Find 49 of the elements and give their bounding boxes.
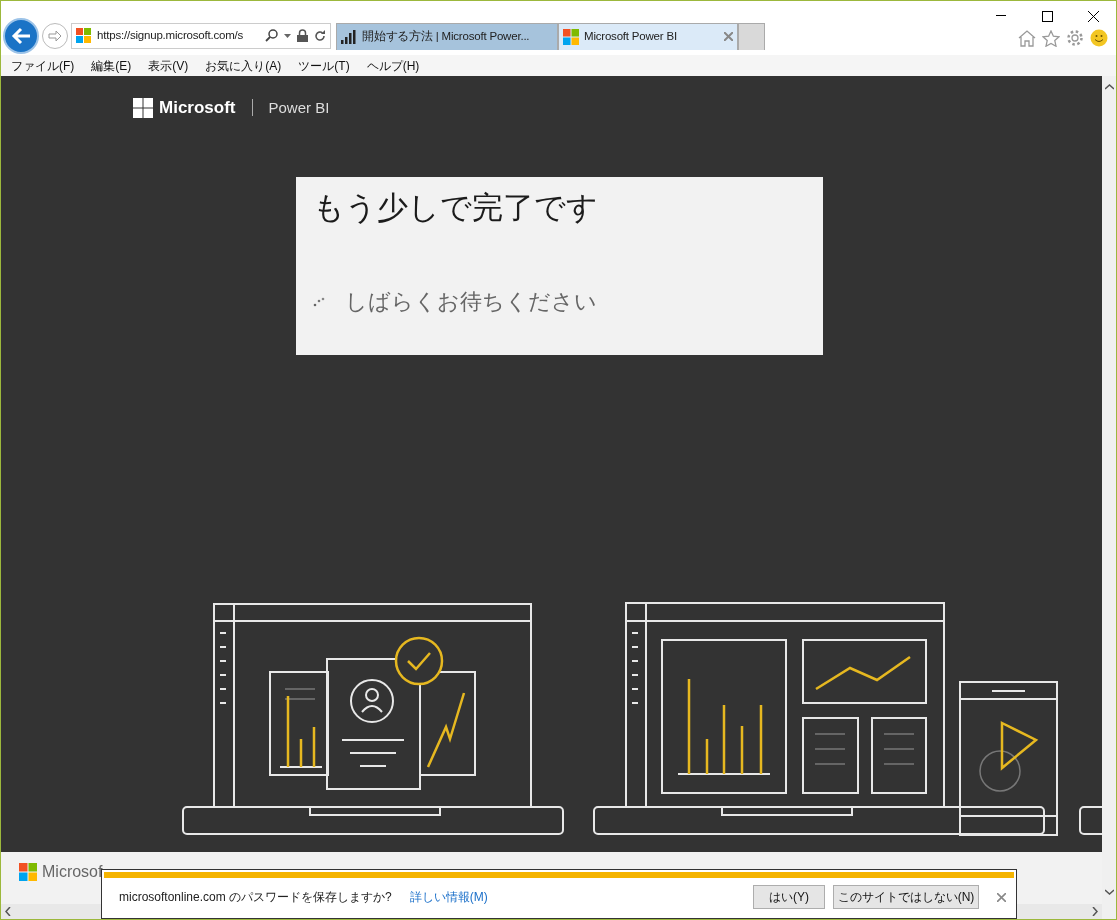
- close-icon: [1087, 10, 1099, 22]
- menu-item[interactable]: ファイル(F): [11, 56, 75, 75]
- microsoft-logo-icon: [133, 97, 153, 118]
- scroll-down-icon[interactable]: [1104, 889, 1114, 895]
- minimize-icon: [996, 15, 1006, 17]
- menu-item[interactable]: 表示(V): [148, 56, 189, 75]
- url-text: https://signup.microsoft.com/s: [97, 27, 245, 43]
- vertical-scrollbar[interactable]: [1102, 76, 1116, 919]
- smiley-icon[interactable]: [1090, 29, 1108, 47]
- notification-button[interactable]: はい(Y): [753, 885, 825, 909]
- menu-item[interactable]: 編集(E): [91, 56, 132, 75]
- maximize-icon: [1041, 10, 1053, 22]
- scroll-up-icon[interactable]: [1104, 84, 1114, 90]
- brand-name: Microsoft: [159, 97, 236, 119]
- forward-arrow-icon: [48, 30, 62, 42]
- waiting-message: しばらくお待ちください: [345, 288, 597, 317]
- browser-tab[interactable]: 開始する方法 | Microsoft Power...: [336, 22, 558, 50]
- close-tab-icon[interactable]: [724, 32, 733, 41]
- back-arrow-icon: [11, 27, 31, 45]
- tab-title: Microsoft Power BI: [584, 28, 678, 44]
- address-bar[interactable]: https://signup.microsoft.com/s: [71, 22, 331, 49]
- dropdown-caret-icon[interactable]: [284, 33, 291, 38]
- more-info-link[interactable]: 詳しい情報(M): [409, 888, 488, 906]
- browser-tab[interactable]: Microsoft Power BI: [558, 22, 738, 50]
- menu-item[interactable]: ツール(T): [298, 56, 350, 75]
- close-icon[interactable]: [997, 892, 1006, 902]
- bar-chart-icon: [341, 29, 357, 44]
- windows-logo-icon: [563, 28, 579, 45]
- card-title: もう少しで完了です: [313, 188, 599, 227]
- header-divider: [251, 99, 253, 117]
- back-button[interactable]: [3, 18, 39, 54]
- product-name: Power BI: [268, 97, 330, 118]
- scroll-right-icon[interactable]: [1092, 907, 1098, 916]
- refresh-icon[interactable]: [314, 29, 326, 42]
- settings-icon[interactable]: [1066, 29, 1084, 47]
- menu-item[interactable]: ヘルプ(H): [366, 56, 420, 75]
- star-icon[interactable]: [1042, 29, 1060, 47]
- home-icon[interactable]: [1018, 29, 1036, 47]
- loading-spinner-icon: [313, 296, 325, 307]
- notification-button[interactable]: このサイトではしない(N): [833, 885, 979, 909]
- microsoft-logo-icon: [19, 863, 37, 881]
- footer-brand: Microsof: [42, 862, 103, 882]
- search-icon[interactable]: [265, 29, 278, 42]
- save-password-message: microsoftonline.com のパスワードを保存しますか?: [119, 889, 392, 906]
- lock-icon[interactable]: [297, 29, 308, 42]
- windows-logo-icon: [76, 28, 91, 43]
- scroll-left-icon[interactable]: [5, 907, 11, 916]
- menu-item[interactable]: お気に入り(A): [205, 56, 282, 75]
- tab-title: 開始する方法 | Microsoft Power...: [362, 28, 531, 44]
